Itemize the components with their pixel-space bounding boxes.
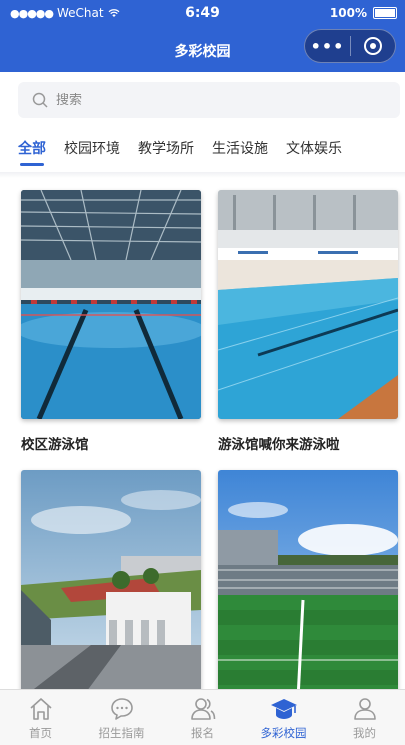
miniprogram-capsule: •••: [304, 29, 396, 63]
tabbar-item-home[interactable]: 首页: [0, 690, 81, 745]
card-title: 校区游泳馆: [21, 437, 89, 453]
chat-icon: [110, 698, 133, 720]
tabbar-label: 我的: [353, 726, 376, 740]
tabbar-label: 招生指南: [98, 726, 145, 740]
home-icon: [29, 698, 52, 720]
photo-card[interactable]: [21, 470, 201, 690]
tabbar-item-colorful-campus[interactable]: 多彩校园: [243, 690, 324, 745]
status-bar: ●●●●● WeChat 6:49 100%: [0, 0, 405, 28]
photo-grid: 校区游泳馆 游泳馆喊你来游泳啦: [0, 178, 405, 690]
close-icon: [363, 37, 382, 55]
tabbar-label: 首页: [29, 726, 52, 740]
users-icon: [190, 698, 215, 720]
graduation-cap-icon: [270, 699, 297, 719]
tabbar-label: 多彩校园: [260, 726, 307, 740]
battery-icon: [373, 7, 397, 19]
campus-building-rendering[interactable]: [21, 470, 201, 690]
photo-card[interactable]: 校区游泳馆: [21, 190, 201, 453]
card-title: 游泳馆喊你来游泳啦: [218, 437, 340, 453]
tab-all[interactable]: 全部: [18, 136, 46, 166]
tab-living-facilities[interactable]: 生活设施: [212, 136, 268, 166]
search-input[interactable]: [56, 92, 356, 108]
tabbar-item-mine[interactable]: 我的: [324, 690, 405, 745]
football-field-photo[interactable]: [218, 470, 398, 690]
photo-card[interactable]: 游泳馆喊你来游泳啦: [218, 190, 398, 453]
bottom-tab-bar: 首页 招生指南 报名 多彩校园 我的: [0, 689, 405, 745]
search-bar[interactable]: [18, 82, 400, 118]
close-button[interactable]: [351, 37, 395, 55]
tab-teaching-venues[interactable]: 教学场所: [138, 136, 194, 166]
top-header: ●●●●● WeChat 6:49 100% 多彩校园 •••: [0, 0, 405, 72]
search-icon: [32, 92, 48, 108]
user-icon: [353, 698, 376, 720]
pool-lanes-photo[interactable]: [218, 190, 398, 419]
tabbar-item-signup[interactable]: 报名: [162, 690, 243, 745]
battery-percent: 100%: [329, 6, 367, 20]
tab-sports-entertainment[interactable]: 文体娱乐: [286, 136, 342, 166]
photo-card[interactable]: [218, 470, 398, 690]
tab-campus-environment[interactable]: 校园环境: [64, 136, 120, 166]
tabbar-label: 报名: [191, 726, 214, 740]
more-button[interactable]: •••: [305, 37, 350, 56]
tabbar-item-admission-guide[interactable]: 招生指南: [81, 690, 162, 745]
category-tabs: 全部 校园环境 教学场所 生活设施 文体娱乐: [18, 136, 342, 172]
indoor-pool-photo[interactable]: [21, 190, 201, 419]
